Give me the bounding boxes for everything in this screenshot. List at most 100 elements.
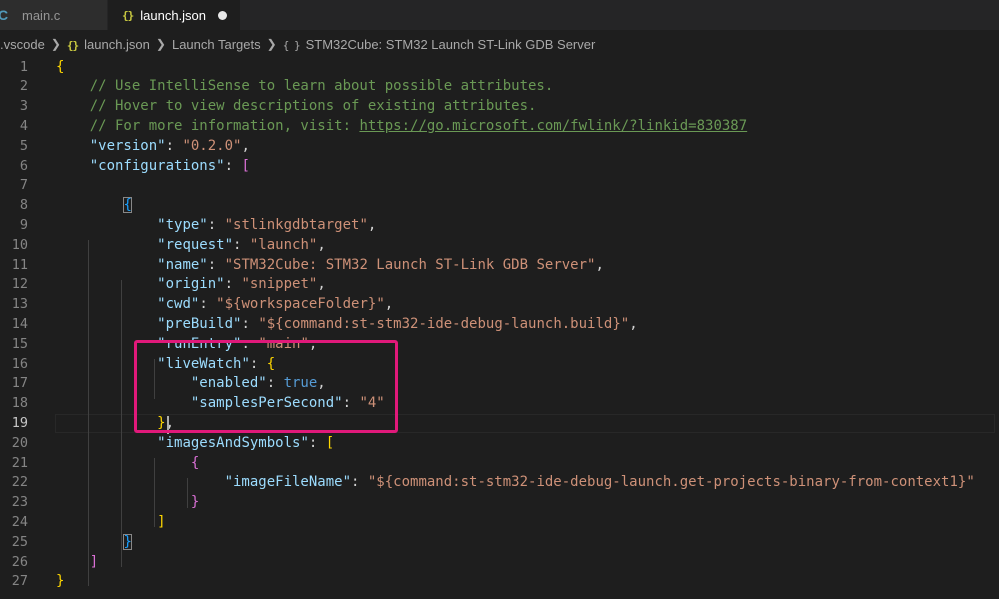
code-text: {: [56, 454, 199, 474]
code-line[interactable]: 7: [0, 176, 999, 196]
code-token: :: [266, 375, 284, 392]
code-token: :: [207, 216, 225, 233]
code-line[interactable]: 5 "version": "0.2.0",: [0, 137, 999, 157]
line-number: 23: [11, 494, 28, 511]
line-number: 9: [19, 216, 28, 233]
c-file-icon: C: [0, 7, 9, 23]
code-text: "configurations": [: [56, 157, 250, 177]
code-token: "liveWatch": [157, 355, 250, 372]
tab-launch-json[interactable]: {} launch.json: [108, 0, 240, 30]
breadcrumb: .vscode ❯ {} launch.json ❯ Launch Targets…: [0, 33, 999, 55]
code-text: {: [56, 196, 132, 216]
code-token: :: [342, 395, 360, 412]
code-line[interactable]: 4 // For more information, visit: https:…: [0, 117, 999, 137]
line-number: 25: [11, 533, 28, 550]
code-token: ,: [384, 296, 394, 313]
code-line[interactable]: 26 ]: [0, 553, 999, 573]
line-number: 6: [19, 157, 28, 174]
code-token: :: [351, 474, 368, 491]
code-line[interactable]: 20 "imagesAndSymbols": [: [0, 434, 999, 454]
code-line[interactable]: 16 "liveWatch": {: [0, 355, 999, 375]
code-token: "origin": [157, 276, 225, 293]
code-token: // For more information, visit:: [56, 117, 360, 134]
code-token: "samplesPerSecond": [190, 395, 343, 412]
breadcrumb-item-vscode[interactable]: .vscode: [0, 37, 45, 52]
code-line[interactable]: 25 }: [0, 533, 999, 553]
code-token: "snippet": [241, 276, 318, 293]
code-token: :: [241, 315, 259, 332]
code-token: "imagesAndSymbols": [157, 434, 309, 451]
code-line[interactable]: 2 // Use IntelliSense to learn about pos…: [0, 77, 999, 97]
code-editor[interactable]: 1{2 // Use IntelliSense to learn about p…: [0, 55, 999, 599]
line-number: 18: [11, 395, 28, 412]
code-line[interactable]: 27}: [0, 572, 999, 592]
code-token: :: [249, 355, 267, 372]
breadcrumb-item-configuration[interactable]: { } STM32Cube: STM32 Launch ST-Link GDB S…: [283, 37, 596, 52]
indent-guide: [88, 240, 89, 586]
line-number: 13: [11, 296, 28, 313]
code-token: ]: [89, 553, 99, 570]
line-number: 2: [19, 78, 28, 95]
code-text: "runEntry": "main",: [56, 335, 317, 355]
code-line[interactable]: 23 }: [0, 493, 999, 513]
indent-guide: [121, 280, 122, 567]
code-text: }: [56, 572, 64, 592]
code-line[interactable]: 12 "origin": "snippet",: [0, 275, 999, 295]
line-number: 21: [11, 454, 28, 471]
code-link[interactable]: https://go.microsoft.com/fwlink/?linkid=…: [359, 118, 747, 134]
code-line[interactable]: 9 "type": "stlinkgdbtarget",: [0, 216, 999, 236]
breadcrumb-item-launch-targets[interactable]: Launch Targets: [172, 37, 261, 52]
code-line[interactable]: 21 {: [0, 454, 999, 474]
code-token: {: [123, 197, 132, 214]
code-text: ]: [56, 513, 165, 533]
code-line[interactable]: 19 },: [0, 414, 999, 434]
code-line[interactable]: 10 "request": "launch",: [0, 236, 999, 256]
code-text: "samplesPerSecond": "4": [56, 394, 385, 414]
code-token: }: [56, 573, 65, 590]
code-line[interactable]: 8 {: [0, 196, 999, 216]
code-token: :: [233, 236, 250, 253]
code-token: // Hover to view descriptions of existin…: [56, 98, 537, 115]
code-line[interactable]: 13 "cwd": "${workspaceFolder}",: [0, 295, 999, 315]
code-text: "imagesAndSymbols": [: [56, 434, 334, 454]
code-line[interactable]: 24 ]: [0, 513, 999, 533]
code-text: }: [56, 493, 199, 513]
unsaved-changes-dot-icon[interactable]: [218, 10, 228, 20]
object-icon: { }: [282, 38, 301, 52]
code-line[interactable]: 17 "enabled": true,: [0, 374, 999, 394]
code-line[interactable]: 15 "runEntry": "main",: [0, 335, 999, 355]
code-line[interactable]: 22 "imageFileName": "${command:st-stm32-…: [0, 473, 999, 493]
code-token: [: [241, 157, 250, 174]
code-text: "preBuild": "${command:st-stm32-ide-debu…: [56, 315, 637, 335]
code-line[interactable]: 3 // Hover to view descriptions of exist…: [0, 97, 999, 117]
code-text: "version": "0.2.0",: [56, 137, 250, 157]
code-token: :: [224, 276, 242, 293]
indent-guide: [187, 478, 188, 508]
code-token: :: [199, 296, 217, 313]
code-line[interactable]: 1{: [0, 58, 999, 78]
code-line[interactable]: 11 "name": "STM32Cube: STM32 Launch ST-L…: [0, 256, 999, 276]
json-file-icon: {}: [122, 8, 134, 22]
line-number: 7: [19, 177, 28, 194]
breadcrumb-item-launch-json[interactable]: {} launch.json: [67, 37, 150, 52]
code-token: "request": [157, 236, 234, 253]
line-number: 4: [19, 117, 28, 134]
code-line[interactable]: 6 "configurations": [: [0, 157, 999, 177]
code-line[interactable]: 14 "preBuild": "${command:st-stm32-ide-d…: [0, 315, 999, 335]
line-number: 11: [11, 256, 28, 273]
tab-main-c[interactable]: C main.c: [0, 0, 108, 30]
code-token: {: [266, 355, 276, 372]
code-token: :: [165, 137, 183, 154]
code-token: :: [308, 434, 326, 451]
code-token: }: [190, 494, 200, 511]
line-number: 14: [11, 315, 28, 332]
code-line[interactable]: 18 "samplesPerSecond": "4": [0, 394, 999, 414]
line-number: 20: [11, 434, 28, 451]
